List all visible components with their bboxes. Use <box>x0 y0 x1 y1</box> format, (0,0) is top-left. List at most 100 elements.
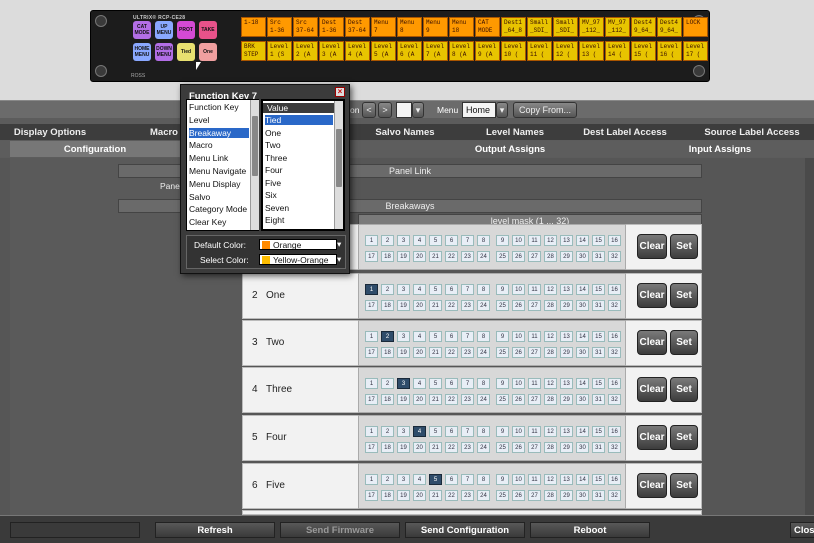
clear-button[interactable]: Clear <box>637 473 667 498</box>
level-cell[interactable]: 16 <box>608 474 621 485</box>
level-cell[interactable]: 1 <box>365 284 378 295</box>
level-cell[interactable]: 9 <box>496 331 509 342</box>
level-cell[interactable]: 10 <box>512 235 525 246</box>
level-cell[interactable]: 26 <box>512 394 525 405</box>
level-cell[interactable]: 18 <box>381 300 394 311</box>
level-cell[interactable]: 7 <box>461 235 474 246</box>
level-cell[interactable]: 5 <box>429 284 442 295</box>
value-item[interactable]: Eight <box>265 215 333 225</box>
level-cell[interactable]: 25 <box>496 394 509 405</box>
lcd-key-top[interactable]: Dest1 _64_8 <box>501 17 526 37</box>
value-item[interactable]: Two <box>265 140 333 150</box>
lcd-key-bottom[interactable]: Level 17 ( <box>683 41 708 61</box>
level-cell[interactable]: 15 <box>592 474 605 485</box>
level-cell[interactable]: 21 <box>429 347 442 358</box>
hardware-button[interactable]: DOWN MENU <box>155 43 173 61</box>
level-cell[interactable]: 3 <box>397 331 410 342</box>
hardware-button[interactable]: UP MENU <box>155 21 173 39</box>
level-cell[interactable]: 7 <box>461 284 474 295</box>
hardware-button[interactable]: HOME MENU <box>133 43 151 61</box>
function-type-item[interactable]: Clear Key <box>189 217 249 227</box>
lcd-key-bottom[interactable]: Level 8 (A <box>449 41 474 61</box>
level-cell[interactable]: 6 <box>445 331 458 342</box>
lcd-key-bottom[interactable]: Level 10 ( <box>501 41 526 61</box>
close-button[interactable]: Close <box>790 522 814 538</box>
chevron-down-icon[interactable]: ▾ <box>337 239 341 250</box>
lcd-key-top[interactable]: Menu 9 <box>423 17 448 37</box>
set-button[interactable]: Set <box>670 234 698 259</box>
lcd-key-bottom[interactable]: Level 9 (A <box>475 41 500 61</box>
level-cell[interactable]: 21 <box>429 394 442 405</box>
level-cell[interactable]: 14 <box>576 235 589 246</box>
level-cell[interactable]: 10 <box>512 284 525 295</box>
level-cell[interactable]: 24 <box>477 394 490 405</box>
copy-from-button[interactable]: Copy From... <box>513 102 577 118</box>
level-cell[interactable]: 17 <box>365 442 378 453</box>
level-cell[interactable]: 23 <box>461 251 474 262</box>
level-cell[interactable]: 17 <box>365 347 378 358</box>
level-cell[interactable]: 19 <box>397 490 410 501</box>
function-type-item[interactable]: Function Key <box>189 102 249 112</box>
level-cell[interactable]: 17 <box>365 251 378 262</box>
level-cell[interactable]: 18 <box>381 442 394 453</box>
level-cell[interactable]: 29 <box>560 394 573 405</box>
level-cell[interactable]: 2 <box>381 378 394 389</box>
level-cell[interactable]: 29 <box>560 442 573 453</box>
level-cell[interactable]: 11 <box>528 378 541 389</box>
level-cell[interactable]: 17 <box>365 490 378 501</box>
function-type-item[interactable]: Macro <box>189 140 249 150</box>
level-cell[interactable]: 32 <box>608 251 621 262</box>
level-cell[interactable]: 1 <box>365 235 378 246</box>
level-cell[interactable]: 28 <box>544 442 557 453</box>
level-cell[interactable]: 15 <box>592 426 605 437</box>
value-item[interactable]: Seven <box>265 203 333 213</box>
level-cell[interactable]: 18 <box>381 394 394 405</box>
level-cell[interactable]: 1 <box>365 378 378 389</box>
level-cell[interactable]: 5 <box>429 426 442 437</box>
level-cell[interactable]: 20 <box>413 490 426 501</box>
level-cell[interactable]: 18 <box>381 347 394 358</box>
refresh-button[interactable]: Refresh <box>155 522 275 538</box>
level-cell[interactable]: 17 <box>365 394 378 405</box>
level-cell[interactable]: 20 <box>413 394 426 405</box>
level-cell[interactable]: 15 <box>592 378 605 389</box>
function-type-item[interactable]: Salvo <box>189 192 249 202</box>
level-cell[interactable]: 13 <box>560 378 573 389</box>
level-cell[interactable]: 15 <box>592 331 605 342</box>
value-item[interactable]: One <box>265 128 333 138</box>
level-cell[interactable]: 18 <box>381 251 394 262</box>
level-cell[interactable]: 31 <box>592 490 605 501</box>
tab-dest-label-access[interactable]: Dest Label Access <box>555 124 695 140</box>
level-cell[interactable]: 14 <box>576 474 589 485</box>
lcd-key-bottom[interactable]: Level 16 ( <box>657 41 682 61</box>
level-cell[interactable]: 25 <box>496 347 509 358</box>
lcd-key-bottom[interactable]: Level 1 (S <box>267 41 292 61</box>
lcd-key-top[interactable]: Small _SDI_ <box>553 17 578 37</box>
level-cell[interactable]: 7 <box>461 474 474 485</box>
value-item[interactable]: Tied <box>265 115 333 125</box>
lcd-key-bottom[interactable]: Level 3 (A <box>319 41 344 61</box>
level-cell[interactable]: 12 <box>544 426 557 437</box>
lcd-key-top[interactable]: Menu 18 <box>449 17 474 37</box>
level-cell[interactable]: 5 <box>429 378 442 389</box>
lcd-key-bottom[interactable]: Level 13 ( <box>579 41 604 61</box>
level-cell[interactable]: 11 <box>528 284 541 295</box>
level-cell[interactable]: 26 <box>512 300 525 311</box>
set-button[interactable]: Set <box>670 473 698 498</box>
lcd-key-top[interactable]: Src 1-36 <box>267 17 292 37</box>
level-cell[interactable]: 16 <box>608 331 621 342</box>
clear-button[interactable]: Clear <box>637 425 667 450</box>
value-item[interactable]: Five <box>265 178 333 188</box>
level-cell[interactable]: 10 <box>512 331 525 342</box>
function-type-item[interactable]: Menu Navigate <box>189 166 249 176</box>
level-cell[interactable]: 11 <box>528 474 541 485</box>
level-cell[interactable]: 8 <box>477 378 490 389</box>
reboot-button[interactable]: Reboot <box>530 522 650 538</box>
level-cell[interactable]: 30 <box>576 347 589 358</box>
level-cell[interactable]: 16 <box>608 426 621 437</box>
close-icon[interactable]: × <box>335 87 345 97</box>
level-cell[interactable]: 29 <box>560 300 573 311</box>
level-cell[interactable]: 28 <box>544 251 557 262</box>
hardware-button[interactable]: CAT MODE <box>133 21 151 39</box>
level-cell[interactable]: 16 <box>608 378 621 389</box>
